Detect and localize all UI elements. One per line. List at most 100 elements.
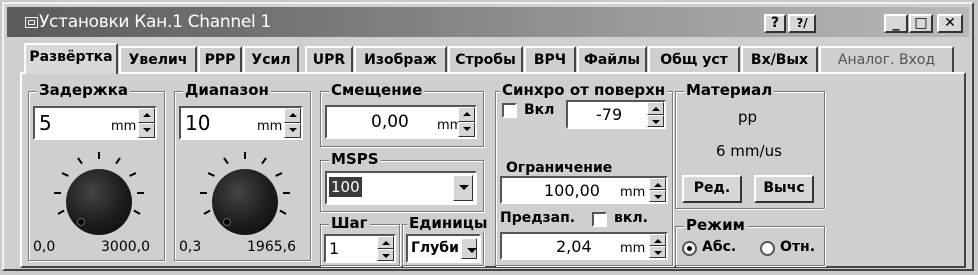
- minimize-button[interactable]: _: [884, 14, 908, 33]
- delay-knob[interactable]: [49, 152, 149, 242]
- range-decrement-icon[interactable]: [284, 123, 301, 138]
- help-button[interactable]: ?: [764, 14, 786, 33]
- material-calc-button[interactable]: Вычс: [754, 175, 814, 203]
- delay-label: Задержка: [37, 81, 131, 99]
- close-button[interactable]: ✕: [937, 14, 963, 33]
- units-label: Единицы: [407, 214, 490, 232]
- units-select[interactable]: Глуби: [406, 234, 481, 263]
- tab-strip: Развёртка Увелич РРР Усил UPR Изображ Ст…: [24, 43, 960, 74]
- pretrigger-input[interactable]: 2,04 mm: [500, 232, 668, 260]
- sync-spinner[interactable]: [647, 102, 664, 127]
- delay-increment-icon[interactable]: [138, 108, 155, 123]
- tab-sweep[interactable]: Развёртка: [24, 43, 118, 74]
- title-bar[interactable]: Установки Кан.1 Channel 1 ? ?/ _ □ ✕: [7, 7, 969, 37]
- limit-input[interactable]: 100,00 mm: [500, 176, 668, 204]
- delay-input[interactable]: 5 mm: [33, 106, 157, 140]
- pretrigger-increment-icon[interactable]: [649, 234, 666, 246]
- offset-value: 0,00: [371, 112, 409, 132]
- tab-tcg[interactable]: ВРЧ: [524, 46, 576, 74]
- offset-input[interactable]: 0,00 mm: [325, 105, 477, 139]
- sync-label: Синхро от поверхн: [500, 81, 668, 99]
- app-window-icon: [25, 17, 38, 28]
- step-decrement-icon[interactable]: [377, 248, 394, 261]
- tab-general-settings[interactable]: Общ уст: [648, 46, 740, 74]
- pretrigger-spinner[interactable]: [649, 234, 666, 258]
- range-knob-dial[interactable]: [212, 169, 278, 235]
- units-value: Глуби: [411, 240, 459, 256]
- delay-spinner[interactable]: [138, 108, 155, 138]
- material-name: pp: [738, 108, 758, 126]
- range-input[interactable]: 10 mm: [179, 106, 303, 140]
- limit-decrement-icon[interactable]: [649, 190, 666, 202]
- range-knob-indicator: [223, 218, 231, 226]
- sync-enable-label: Вкл: [524, 102, 555, 118]
- range-spinner[interactable]: [284, 108, 301, 138]
- step-label: Шаг: [329, 214, 370, 232]
- sweep-panel: Задержка 5 mm 0,0 3000,0 Диапазон 10 mm …: [20, 72, 966, 268]
- pretrigger-label: Предзап.: [500, 210, 576, 226]
- pretrigger-decrement-icon[interactable]: [649, 246, 666, 258]
- msps-dropdown-icon[interactable]: [453, 175, 473, 201]
- offset-decrement-icon[interactable]: [458, 122, 475, 137]
- settings-window: Установки Кан.1 Channel 1 ? ?/ _ □ ✕ Раз…: [2, 2, 974, 271]
- pretrigger-enable-label: вкл.: [614, 210, 648, 226]
- tab-analog-input[interactable]: Аналог. Вход: [819, 46, 954, 74]
- offset-spinner[interactable]: [458, 107, 475, 137]
- step-value: 1: [329, 239, 340, 258]
- pretrigger-enable-checkbox[interactable]: [592, 212, 607, 227]
- pretrigger-value: 2,04: [556, 237, 592, 256]
- msps-value: 100: [329, 177, 362, 197]
- step-spinner[interactable]: [377, 236, 394, 261]
- range-min-label: 0,3: [179, 239, 202, 255]
- offset-increment-icon[interactable]: [458, 107, 475, 122]
- msps-label: MSPS: [329, 150, 381, 168]
- sync-decrement-icon[interactable]: [647, 114, 664, 127]
- tab-io[interactable]: Вх/Вых: [741, 46, 818, 74]
- material-velocity: 6 mm/us: [716, 142, 782, 160]
- tab-gates[interactable]: Стробы: [448, 46, 523, 74]
- range-knob[interactable]: [195, 152, 295, 242]
- material-label: Материал: [684, 81, 775, 99]
- tab-rrr[interactable]: РРР: [198, 46, 242, 74]
- sync-value: -79: [596, 105, 623, 124]
- mode-abs-radio[interactable]: [682, 241, 697, 256]
- delay-decrement-icon[interactable]: [138, 123, 155, 138]
- range-increment-icon[interactable]: [284, 108, 301, 123]
- sync-group: Синхро от поверхн Вкл -79 Ограничение 10…: [495, 81, 673, 266]
- delay-unit: mm: [111, 119, 137, 134]
- step-input[interactable]: 1: [324, 234, 396, 263]
- delay-knob-dial[interactable]: [66, 169, 132, 235]
- sync-value-input[interactable]: -79: [566, 100, 666, 129]
- delay-knob-indicator: [77, 218, 85, 226]
- tab-files[interactable]: Файлы: [577, 46, 647, 74]
- limit-unit: mm: [620, 185, 646, 200]
- units-dropdown-icon[interactable]: [461, 238, 477, 259]
- limit-increment-icon[interactable]: [649, 178, 666, 190]
- limit-label: Ограничение: [506, 160, 613, 176]
- tab-upr[interactable]: UPR: [305, 46, 353, 74]
- range-max-label: 1965,6: [247, 239, 296, 255]
- delay-value: 5: [39, 111, 52, 135]
- material-group: Материал pp 6 mm/us Ред. Вычс: [675, 81, 825, 209]
- range-unit: mm: [257, 119, 283, 134]
- offset-label: Смещение: [329, 81, 425, 99]
- msps-select[interactable]: 100: [325, 171, 477, 205]
- msps-group: MSPS 100: [320, 150, 484, 212]
- limit-spinner[interactable]: [649, 178, 666, 202]
- step-increment-icon[interactable]: [377, 236, 394, 249]
- tab-gain[interactable]: Усил: [243, 46, 299, 74]
- maximize-button[interactable]: □: [909, 14, 933, 33]
- range-label: Диапазон: [183, 81, 271, 99]
- delay-max-label: 3000,0: [101, 239, 150, 255]
- sync-increment-icon[interactable]: [647, 102, 664, 115]
- step-group: Шаг 1: [320, 214, 400, 266]
- delay-group: Задержка 5 mm 0,0 3000,0: [28, 81, 165, 261]
- tab-image[interactable]: Изображ: [354, 46, 447, 74]
- range-value: 10: [185, 111, 211, 135]
- mode-rel-radio[interactable]: [760, 241, 775, 256]
- context-help-button[interactable]: ?/: [788, 14, 816, 33]
- material-edit-button[interactable]: Ред.: [682, 175, 742, 203]
- units-group: Единицы Глуби: [402, 214, 490, 266]
- sync-enable-checkbox[interactable]: [502, 103, 517, 118]
- tab-zoom[interactable]: Увелич: [119, 46, 197, 74]
